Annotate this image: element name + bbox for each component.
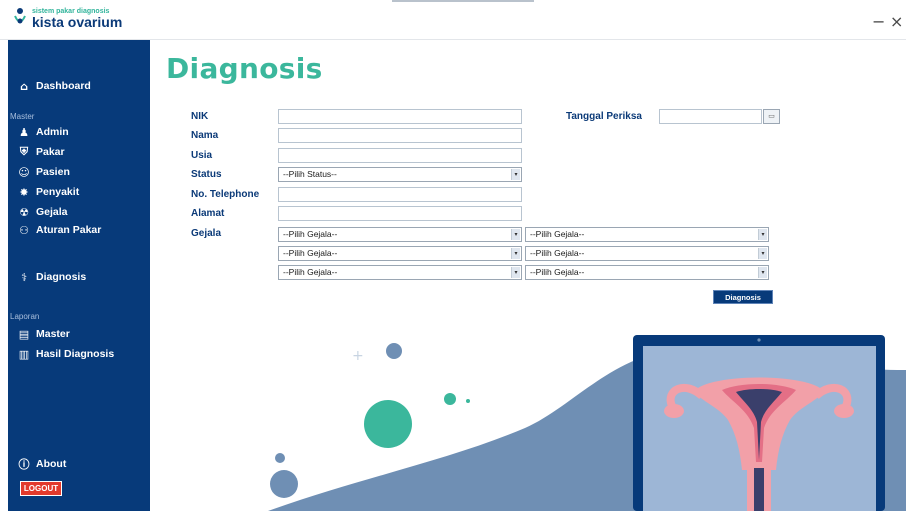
- document-icon: ▥: [18, 347, 30, 361]
- gejala-select-value: --Pilih Gejala--: [283, 267, 338, 277]
- title-bar: sistem pakar diagnosis kista ovarium − ×: [0, 0, 906, 40]
- sidebar-item-laporan-master[interactable]: ▤ Master: [8, 325, 150, 343]
- dot-shape: [466, 399, 470, 403]
- telephone-field[interactable]: [278, 187, 522, 202]
- sidebar-item-hasil-diagnosis[interactable]: ▥ Hasil Diagnosis: [8, 345, 150, 363]
- gejala-select-value: --Pilih Gejala--: [530, 267, 585, 277]
- sidebar-item-label: Penyakit: [36, 186, 80, 198]
- logout-button[interactable]: LOGOUT: [20, 481, 62, 496]
- section-laporan-label: Laporan: [10, 312, 40, 321]
- alamat-field[interactable]: [278, 206, 522, 221]
- sidebar-item-about[interactable]: ⓘ About: [8, 455, 150, 473]
- logo-icon: [14, 8, 26, 24]
- gejala-select-value: --Pilih Gejala--: [530, 229, 585, 239]
- nama-field[interactable]: [278, 128, 522, 143]
- sidebar-item-aturan-pakar[interactable]: ⚇ Aturan Pakar: [8, 221, 150, 239]
- sidebar-item-label: Master: [36, 328, 70, 340]
- chevron-down-icon: ▾: [511, 229, 520, 240]
- minimize-icon[interactable]: −: [872, 12, 885, 31]
- symptom-icon: ☢: [19, 205, 29, 219]
- status-select[interactable]: --Pilih Status-- ▾: [278, 167, 522, 182]
- label-tanggal-periksa: Tanggal Periksa: [566, 111, 642, 122]
- label-nama: Nama: [191, 130, 219, 141]
- sidebar-item-gejala[interactable]: ☢ Gejala: [8, 203, 150, 221]
- sidebar: ⌂ Dashboard Master ♟ Admin ⛨ Pakar ☺ Pas…: [8, 40, 150, 511]
- sidebar-item-label: Gejala: [36, 206, 68, 218]
- usia-field[interactable]: [278, 148, 522, 163]
- stethoscope-icon: ⚕: [21, 270, 27, 284]
- label-status: Status: [191, 169, 222, 180]
- label-nik: NIK: [191, 111, 209, 122]
- gejala-select-2[interactable]: --Pilih Gejala-- ▾: [525, 227, 769, 242]
- dot-shape: [444, 393, 456, 405]
- shield-icon: ⛨: [19, 145, 29, 158]
- chevron-down-icon: ▾: [758, 267, 767, 278]
- label-alamat: Alamat: [191, 208, 225, 219]
- user-icon: ♟: [19, 125, 29, 139]
- decorative-illustration: +: [268, 335, 906, 511]
- info-icon: ⓘ: [18, 458, 30, 471]
- logo-title: kista ovarium: [32, 13, 123, 30]
- sidebar-item-label: Aturan Pakar: [36, 224, 102, 236]
- sidebar-item-admin[interactable]: ♟ Admin: [8, 123, 150, 141]
- gejala-select-5[interactable]: --Pilih Gejala-- ▾: [278, 265, 522, 280]
- close-icon[interactable]: ×: [890, 12, 903, 31]
- chevron-down-icon: ▾: [758, 248, 767, 259]
- sidebar-item-pakar[interactable]: ⛨ Pakar: [8, 143, 150, 161]
- sidebar-item-dashboard[interactable]: ⌂ Dashboard: [8, 77, 150, 95]
- file-icon: ▤: [18, 327, 30, 341]
- gejala-select-value: --Pilih Gejala--: [283, 229, 338, 239]
- sidebar-item-label: About: [36, 458, 67, 470]
- nik-field[interactable]: [278, 109, 522, 124]
- page-title: Diagnosis: [166, 52, 323, 85]
- sidebar-item-penyakit[interactable]: ✸ Penyakit: [8, 183, 150, 201]
- patient-icon: ☺: [18, 165, 30, 179]
- gejala-select-6[interactable]: --Pilih Gejala-- ▾: [525, 265, 769, 280]
- gejala-select-value: --Pilih Gejala--: [283, 248, 338, 258]
- gejala-select-value: --Pilih Gejala--: [530, 248, 585, 258]
- gejala-select-1[interactable]: --Pilih Gejala-- ▾: [278, 227, 522, 242]
- app-logo: sistem pakar diagnosis kista ovarium: [12, 7, 122, 29]
- label-gejala: Gejala: [191, 228, 222, 239]
- home-icon: ⌂: [20, 79, 28, 93]
- section-master-label: Master: [10, 112, 35, 121]
- sidebar-item-label: Diagnosis: [36, 271, 87, 283]
- dot-shape: [364, 400, 412, 448]
- calendar-icon[interactable]: ▭: [763, 109, 780, 124]
- sitemap-icon: ⚇: [19, 223, 29, 237]
- tanggal-periksa-field[interactable]: [659, 109, 762, 124]
- status-select-value: --Pilih Status--: [283, 169, 337, 179]
- chevron-down-icon: ▾: [758, 229, 767, 240]
- sidebar-item-label: Pakar: [36, 146, 65, 158]
- sidebar-item-label: Pasien: [36, 166, 70, 178]
- virus-icon: ✸: [19, 185, 29, 199]
- chevron-down-icon: ▾: [511, 169, 520, 180]
- plus-shape: +: [352, 348, 364, 364]
- diagnosis-button[interactable]: Diagnosis: [713, 290, 773, 304]
- top-divider: [392, 0, 534, 2]
- sidebar-item-label: Dashboard: [36, 80, 91, 92]
- gejala-select-3[interactable]: --Pilih Gejala-- ▾: [278, 246, 522, 261]
- sidebar-item-pasien[interactable]: ☺ Pasien: [8, 163, 150, 181]
- sidebar-item-label: Admin: [36, 126, 69, 138]
- laptop-camera: [757, 338, 761, 342]
- dot-shape: [386, 343, 402, 359]
- gejala-select-4[interactable]: --Pilih Gejala-- ▾: [525, 246, 769, 261]
- label-telephone: No. Telephone: [191, 189, 260, 200]
- dot-shape: [275, 453, 285, 463]
- sidebar-item-label: Hasil Diagnosis: [36, 348, 115, 360]
- sidebar-item-diagnosis[interactable]: ⚕ Diagnosis: [8, 268, 150, 286]
- chevron-down-icon: ▾: [511, 267, 520, 278]
- label-usia: Usia: [191, 150, 213, 161]
- dot-shape: [270, 470, 298, 498]
- chevron-down-icon: ▾: [511, 248, 520, 259]
